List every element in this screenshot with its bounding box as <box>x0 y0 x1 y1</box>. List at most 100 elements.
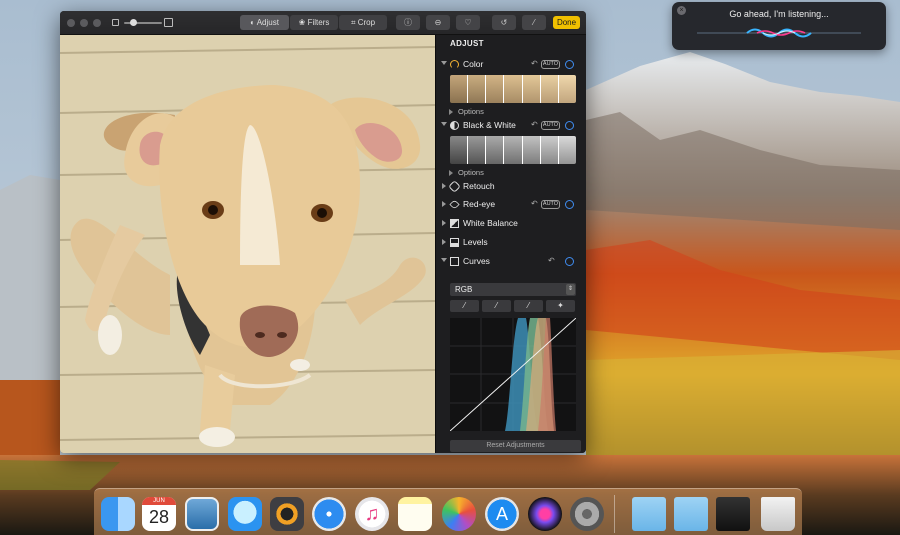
toggle-button[interactable] <box>565 200 574 209</box>
preview-icon[interactable] <box>185 497 219 531</box>
section-label: Levels <box>463 237 488 247</box>
photo-booth-icon[interactable] <box>270 497 304 531</box>
black-point-eyedropper[interactable]: ⁄ <box>450 300 479 312</box>
hide-button[interactable]: ⊖ <box>426 15 450 30</box>
siri-window: × Go ahead, I'm listening... <box>672 2 886 50</box>
section-retouch[interactable]: Retouch <box>436 178 586 195</box>
curves-icon <box>450 257 459 266</box>
auto-button[interactable]: AUTO <box>541 60 560 69</box>
downloads-folder-icon[interactable] <box>674 497 708 531</box>
photos-window: ◐ Adjust ❀ Filters ⌗ Crop ⓘ ⊖ ♡ ↺ ⁄ Done <box>60 11 586 453</box>
calendar-icon[interactable]: JUN 28 <box>142 497 176 531</box>
photos-icon[interactable] <box>442 497 476 531</box>
reset-adjustments-button[interactable]: Reset Adjustments <box>450 440 581 452</box>
section-black-white[interactable]: Black & White ↶ AUTO <box>436 117 586 134</box>
dog-photo <box>60 35 435 453</box>
system-preferences-icon[interactable] <box>570 497 604 531</box>
section-red-eye[interactable]: Red-eye ↶ AUTO <box>436 196 586 213</box>
notes-icon[interactable] <box>398 497 432 531</box>
large-image-icon <box>164 18 173 27</box>
tab-adjust[interactable]: ◐ Adjust <box>240 15 289 30</box>
toggle-button[interactable] <box>565 121 574 130</box>
eyedropper-icon: ⁄ <box>495 301 498 310</box>
chevron-down-icon[interactable] <box>441 61 447 65</box>
chevron-right-icon[interactable] <box>442 239 449 245</box>
section-label: Color <box>463 59 484 69</box>
chevron-down-icon[interactable] <box>441 122 447 126</box>
channel-value: RGB <box>455 285 473 294</box>
adjust-panel: ADJUST Color ↶ AUTO Options Black & Whit… <box>435 35 586 453</box>
section-label: Red-eye <box>463 199 496 209</box>
black-white-icon <box>450 121 459 130</box>
crosshair-icon: ✦ <box>557 301 564 310</box>
undo-icon[interactable]: ↶ <box>531 199 538 208</box>
undo-icon[interactable]: ↶ <box>531 59 538 68</box>
adjust-icon: ◐ <box>250 18 257 27</box>
curves-channel-select[interactable]: RGB ⇕ <box>450 283 576 296</box>
chevron-updown-icon: ⇕ <box>566 284 575 295</box>
messages-icon[interactable] <box>228 497 262 531</box>
color-options-toggle[interactable]: Options <box>449 107 484 116</box>
favorite-button[interactable]: ♡ <box>456 15 480 30</box>
filters-icon: ❀ <box>298 18 308 27</box>
bw-options-toggle[interactable]: Options <box>449 168 484 177</box>
minimize-window-button[interactable] <box>80 19 88 27</box>
eyedropper-icon: ⁄ <box>463 301 466 310</box>
rotate-icon: ↺ <box>500 18 508 27</box>
done-button[interactable]: Done <box>553 16 580 29</box>
zoom-slider-thumb[interactable] <box>130 19 137 26</box>
auto-button[interactable]: AUTO <box>541 200 560 209</box>
siri-message: Go ahead, I'm listening... <box>729 9 829 19</box>
finder-icon[interactable] <box>101 497 135 531</box>
fullscreen-window-button[interactable] <box>93 19 101 27</box>
tab-filters[interactable]: ❀ Filters <box>290 15 338 30</box>
screen-recorder-icon[interactable] <box>716 497 750 531</box>
enhance-button[interactable]: ⁄ <box>522 15 546 30</box>
app-store-icon[interactable]: A <box>485 497 519 531</box>
chevron-right-icon[interactable] <box>442 220 449 226</box>
safari-icon[interactable] <box>312 497 346 531</box>
add-point-button[interactable]: ✦ <box>546 300 575 312</box>
section-white-balance[interactable]: White Balance <box>436 215 586 232</box>
levels-icon <box>450 238 459 247</box>
info-icon: ⓘ <box>404 18 412 27</box>
hide-icon: ⊖ <box>434 18 442 27</box>
info-button[interactable]: ⓘ <box>396 15 420 30</box>
photo-canvas[interactable] <box>60 35 435 453</box>
undo-icon[interactable]: ↶ <box>548 256 555 265</box>
curves-graph[interactable] <box>449 317 577 432</box>
bandage-icon <box>448 180 461 193</box>
section-curves[interactable]: Curves ↶ <box>436 253 586 270</box>
calendar-day: 28 <box>148 507 170 527</box>
white-balance-icon <box>450 219 459 228</box>
chevron-down-icon[interactable] <box>441 258 447 262</box>
close-window-button[interactable] <box>67 19 75 27</box>
siri-waveform-icon <box>697 28 861 38</box>
calendar-month: JUN <box>142 497 176 505</box>
magic-wand-icon: ⁄ <box>533 18 535 27</box>
bw-thumbnail-strip[interactable] <box>450 136 576 164</box>
itunes-icon[interactable]: ♫ <box>355 497 389 531</box>
toggle-button[interactable] <box>565 257 574 266</box>
section-label: White Balance <box>463 218 518 228</box>
undo-icon[interactable]: ↶ <box>531 120 538 129</box>
eye-icon <box>449 199 460 210</box>
color-thumbnail-strip[interactable] <box>450 75 576 103</box>
siri-icon[interactable] <box>528 497 562 531</box>
heart-icon: ♡ <box>464 18 472 27</box>
applications-folder-icon[interactable] <box>632 497 666 531</box>
tab-crop[interactable]: ⌗ Crop <box>339 15 387 30</box>
section-color[interactable]: Color ↶ AUTO <box>436 56 586 73</box>
section-levels[interactable]: Levels <box>436 234 586 251</box>
rotate-button[interactable]: ↺ <box>492 15 516 30</box>
auto-button[interactable]: AUTO <box>541 121 560 130</box>
mid-point-eyedropper[interactable]: ⁄ <box>482 300 511 312</box>
toggle-button[interactable] <box>565 60 574 69</box>
white-point-eyedropper[interactable]: ⁄ <box>514 300 543 312</box>
crop-icon: ⌗ <box>350 18 358 27</box>
section-label: Black & White <box>463 120 516 130</box>
small-image-icon <box>112 19 119 26</box>
trash-icon[interactable] <box>761 497 795 531</box>
dock-divider <box>614 495 615 533</box>
section-label: Curves <box>463 256 490 266</box>
